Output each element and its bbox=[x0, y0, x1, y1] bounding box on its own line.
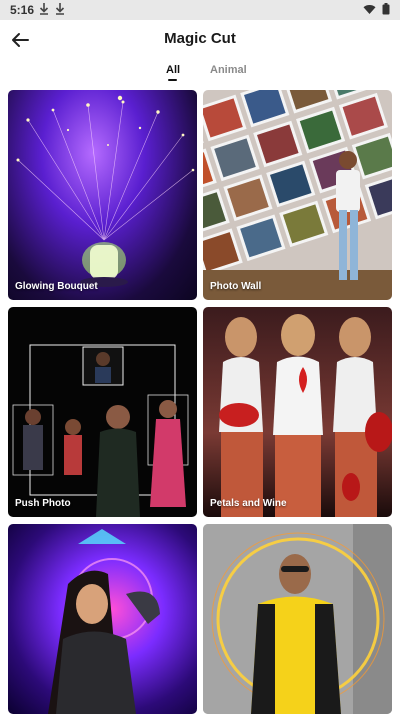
glowing-bouquet-thumbnail bbox=[16, 95, 195, 287]
template-card-glowing-bouquet[interactable]: Glowing Bouquet bbox=[8, 90, 197, 300]
card-label: Glowing Bouquet bbox=[15, 281, 98, 292]
wifi-icon bbox=[363, 4, 376, 14]
template-thumbnail bbox=[203, 524, 392, 714]
battery-icon bbox=[382, 3, 390, 15]
download-icon bbox=[39, 3, 49, 15]
status-bar: 5:16 bbox=[0, 0, 400, 20]
app-bar: Magic Cut bbox=[0, 20, 400, 60]
template-card-push-photo[interactable]: Push Photo bbox=[8, 307, 197, 517]
card-label: Petals and Wine bbox=[210, 498, 287, 509]
tab-indicator bbox=[168, 79, 177, 81]
card-label: Photo Wall bbox=[210, 281, 262, 292]
petals-and-wine-thumbnail bbox=[219, 314, 392, 517]
push-photo-thumbnail bbox=[12, 344, 189, 517]
template-card-6[interactable] bbox=[203, 524, 392, 714]
template-card-5[interactable] bbox=[8, 524, 197, 714]
tab-all[interactable]: All bbox=[166, 64, 180, 76]
download-icon bbox=[55, 3, 65, 15]
template-card-petals-and-wine[interactable]: Petals and Wine bbox=[203, 307, 392, 517]
template-card-photo-wall[interactable]: Photo Wall bbox=[203, 90, 392, 300]
tab-animal[interactable]: Animal bbox=[210, 64, 247, 76]
category-tabs: All Animal bbox=[0, 60, 400, 86]
photo-wall-thumbnail bbox=[203, 90, 392, 300]
template-thumbnail bbox=[48, 529, 160, 714]
card-label: Push Photo bbox=[15, 498, 71, 509]
status-time: 5:16 bbox=[10, 3, 35, 17]
page-title: Magic Cut bbox=[164, 30, 236, 47]
